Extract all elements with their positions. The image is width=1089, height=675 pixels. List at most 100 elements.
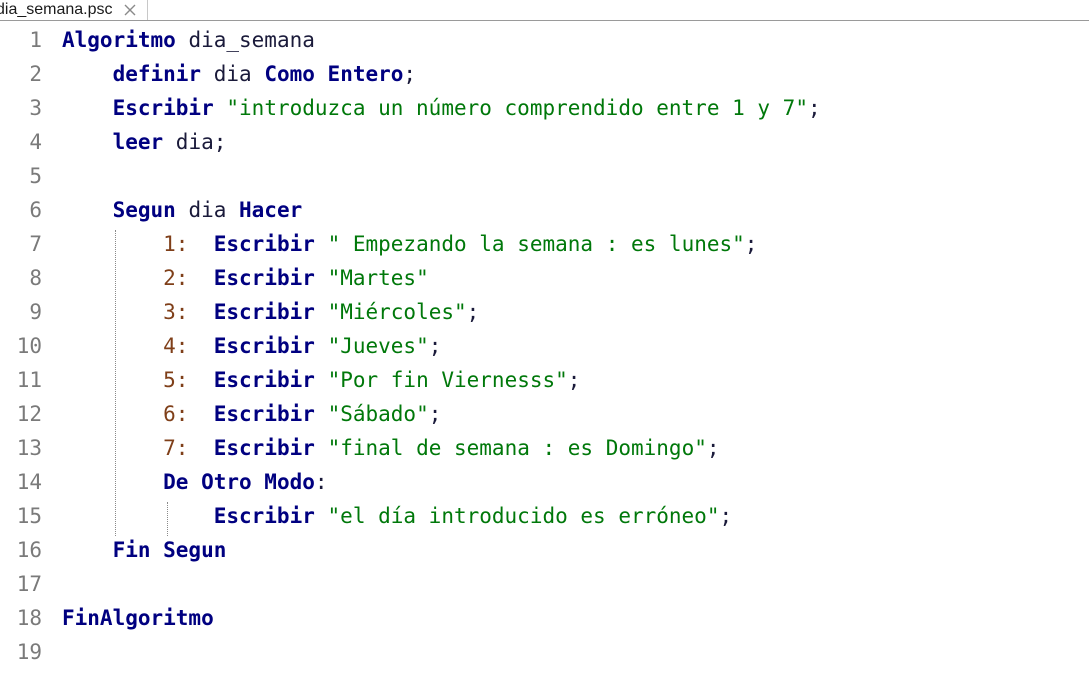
code-text: Fin Segun xyxy=(62,533,227,567)
code-token: definir xyxy=(112,62,202,86)
code-line[interactable]: 6 Segun dia Hacer xyxy=(0,193,1089,227)
code-token: De Otro Modo xyxy=(163,470,315,494)
code-token: Escribir xyxy=(213,368,315,392)
code-token: 7: xyxy=(163,436,189,460)
code-token: Escribir xyxy=(213,334,315,358)
code-token: 1: xyxy=(163,232,189,256)
code-text: 6: Escribir "Sábado"; xyxy=(62,397,441,431)
code-token: ; xyxy=(807,96,821,120)
code-token: "final de semana : es Domingo" xyxy=(327,436,707,460)
line-number: 19 xyxy=(16,640,42,664)
code-line[interactable]: 12 6: Escribir "Sábado"; xyxy=(0,397,1089,431)
code-token: ; xyxy=(428,402,442,426)
line-number: 10 xyxy=(16,334,42,358)
line-number: 3 xyxy=(29,96,42,120)
line-number: 8 xyxy=(29,266,42,290)
code-text: 3: Escribir "Miércoles"; xyxy=(62,295,479,329)
code-line[interactable]: 8 2: Escribir "Martes" xyxy=(0,261,1089,295)
code-line[interactable]: 19 xyxy=(0,635,1089,669)
line-number: 13 xyxy=(16,436,42,460)
code-text: 7: Escribir "final de semana : es Doming… xyxy=(62,431,720,465)
code-token: Escribir xyxy=(213,436,315,460)
code-line[interactable]: 2 definir dia Como Entero; xyxy=(0,57,1089,91)
code-token: FinAlgoritmo xyxy=(62,606,214,630)
code-token: "el día introducido es erróneo" xyxy=(327,504,720,528)
code-line[interactable]: 4 leer dia; xyxy=(0,125,1089,159)
code-token: 5: xyxy=(163,368,189,392)
code-line[interactable]: 15 Escribir "el día introducido es errón… xyxy=(0,499,1089,533)
code-token: Escribir xyxy=(213,266,315,290)
line-number: 11 xyxy=(16,368,42,392)
code-token: "introduzca un número comprendido entre … xyxy=(226,96,808,120)
code-line[interactable]: 7 1: Escribir " Empezando la semana : es… xyxy=(0,227,1089,261)
code-token: leer xyxy=(112,130,164,154)
code-text: De Otro Modo: xyxy=(62,465,328,499)
code-token: 2: xyxy=(163,266,189,290)
line-number: 17 xyxy=(16,572,42,596)
code-token: Escribir xyxy=(213,504,315,528)
code-token: ; xyxy=(744,232,758,256)
code-token: ; xyxy=(719,504,733,528)
code-line[interactable]: 9 3: Escribir "Miércoles"; xyxy=(0,295,1089,329)
code-line[interactable]: 1 Algoritmo dia_semana xyxy=(0,23,1089,57)
line-number: 9 xyxy=(29,300,42,324)
line-number: 18 xyxy=(16,606,42,630)
code-token: " Empezando la semana : es lunes" xyxy=(327,232,745,256)
code-line[interactable]: 17 xyxy=(0,567,1089,601)
code-text: 2: Escribir "Martes" xyxy=(62,261,429,295)
code-token: "Martes" xyxy=(327,266,429,290)
code-text: FinAlgoritmo xyxy=(62,601,214,635)
line-number: 1 xyxy=(29,28,42,52)
code-token: Segun xyxy=(112,198,176,222)
code-token: Entero xyxy=(327,62,404,86)
code-line[interactable]: 14 De Otro Modo: xyxy=(0,465,1089,499)
code-token: Como xyxy=(264,62,315,86)
code-token: ; xyxy=(428,334,442,358)
code-line[interactable]: 5 xyxy=(0,159,1089,193)
code-token: : xyxy=(314,470,328,494)
code-token: Escribir xyxy=(213,402,315,426)
code-line[interactable]: 18 FinAlgoritmo xyxy=(0,601,1089,635)
file-tab[interactable]: dia_semana.psc xyxy=(0,0,148,20)
code-area[interactable]: 1 Algoritmo dia_semana 2 definir dia Como … xyxy=(0,22,1089,675)
code-token: ; xyxy=(706,436,720,460)
line-number: 5 xyxy=(29,164,42,188)
code-token: dia_semana xyxy=(175,28,315,52)
code-text: Segun dia Hacer xyxy=(62,193,303,227)
code-text: definir dia Como Entero; xyxy=(62,57,416,91)
line-number: 15 xyxy=(16,504,42,528)
code-token: "Jueves" xyxy=(327,334,429,358)
code-text: Algoritmo dia_semana xyxy=(62,23,315,57)
code-token: Algoritmo xyxy=(62,28,176,52)
code-line[interactable]: 3 Escribir "introduzca un número compren… xyxy=(0,91,1089,125)
code-line[interactable]: 11 5: Escribir "Por fin Viernesss"; xyxy=(0,363,1089,397)
close-icon[interactable] xyxy=(123,3,137,17)
code-line[interactable]: 16 Fin Segun xyxy=(0,533,1089,567)
code-token: Hacer xyxy=(239,198,303,222)
code-line[interactable]: 10 4: Escribir "Jueves"; xyxy=(0,329,1089,363)
code-token: dia; xyxy=(163,130,227,154)
code-line[interactable]: 13 7: Escribir "final de semana : es Dom… xyxy=(0,431,1089,465)
code-text: 5: Escribir "Por fin Viernesss"; xyxy=(62,363,580,397)
code-token: ; xyxy=(403,62,417,86)
